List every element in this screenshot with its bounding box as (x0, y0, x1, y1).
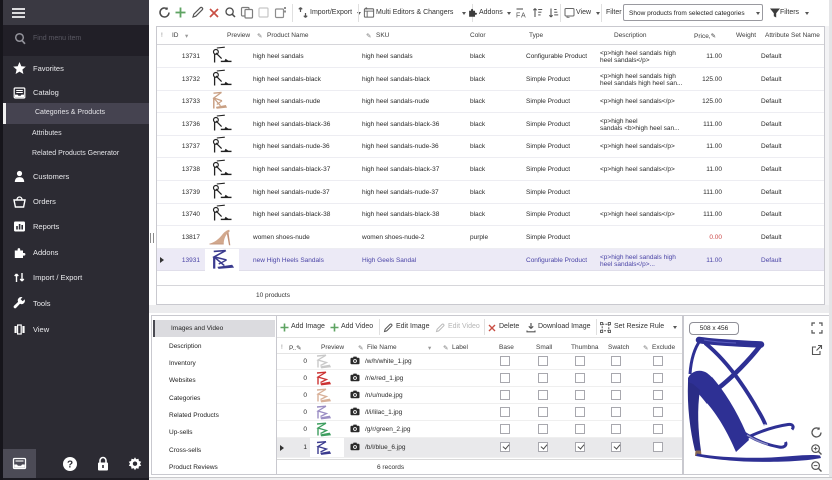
svg-text:?: ? (67, 460, 73, 471)
svg-text:F: F (516, 13, 520, 19)
svg-text:A: A (521, 13, 526, 19)
